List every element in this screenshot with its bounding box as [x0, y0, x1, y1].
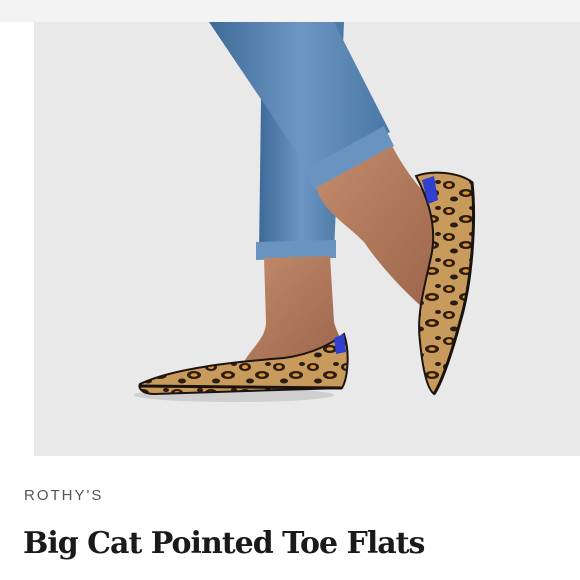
top-strip — [0, 0, 580, 22]
product-title[interactable]: Big Cat Pointed Toe Flats — [23, 526, 425, 561]
brand-name[interactable]: ROTHY'S — [24, 487, 103, 504]
product-listing-page: ROTHY'S Big Cat Pointed Toe Flats — [0, 0, 580, 580]
shoe-sole-back — [139, 384, 343, 390]
leopard-flats-illustration — [134, 22, 475, 402]
product-photo[interactable] — [34, 22, 580, 456]
